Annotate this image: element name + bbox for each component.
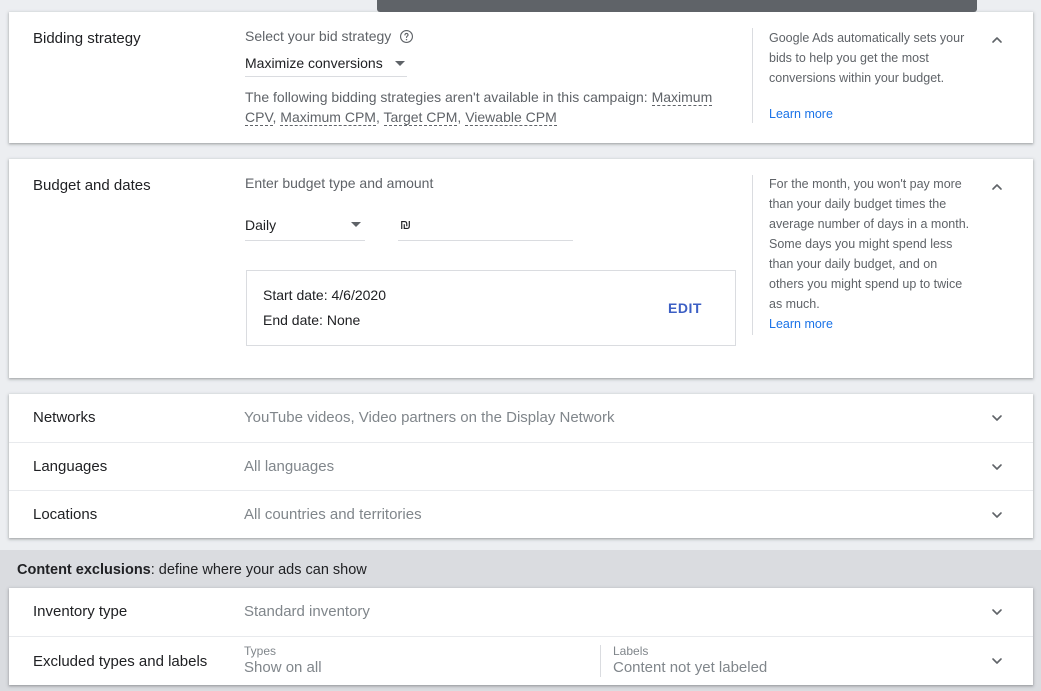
labels-caption: Labels bbox=[613, 644, 649, 658]
excluded-types-label: Excluded types and labels bbox=[33, 653, 208, 670]
chevron-down-icon[interactable] bbox=[989, 653, 1005, 669]
bid-strategy-label-row: Select your bid strategy bbox=[245, 28, 414, 44]
labels-value: Content not yet labeled bbox=[613, 659, 768, 676]
budget-help-panel: For the month, you won't pay more than y… bbox=[769, 174, 973, 334]
types-value: Show on all bbox=[244, 659, 322, 676]
bidding-learn-more-link[interactable]: Learn more bbox=[769, 104, 973, 124]
help-circle-icon[interactable] bbox=[399, 29, 414, 44]
content-exclusions-heading: Content exclusions: define where your ad… bbox=[17, 562, 367, 578]
currency-symbol: ₪ bbox=[400, 217, 412, 232]
settings-rows-card: Networks YouTube videos, Video partners … bbox=[9, 394, 1033, 538]
chevron-up-icon[interactable] bbox=[989, 32, 1005, 48]
top-overlay-bar bbox=[377, 0, 977, 12]
unavailable-strategies-note: The following bidding strategies aren't … bbox=[245, 89, 713, 126]
unavailable-strategy[interactable]: Viewable CPM bbox=[465, 109, 557, 126]
bidding-strategy-title: Bidding strategy bbox=[33, 30, 141, 47]
edit-dates-button[interactable]: EDIT bbox=[668, 300, 702, 316]
bidding-strategy-card: Bidding strategy Select your bid strateg… bbox=[9, 12, 1033, 143]
chevron-up-icon[interactable] bbox=[989, 179, 1005, 195]
caret-down-icon bbox=[394, 60, 405, 66]
locations-value: All countries and territories bbox=[244, 506, 422, 523]
bidding-help-text: Google Ads automatically sets your bids … bbox=[769, 31, 965, 85]
inventory-type-row[interactable]: Inventory type Standard inventory bbox=[9, 588, 1033, 636]
networks-row[interactable]: Networks YouTube videos, Video partners … bbox=[9, 394, 1033, 442]
networks-label: Networks bbox=[33, 409, 96, 426]
networks-value: YouTube videos, Video partners on the Di… bbox=[244, 409, 615, 426]
chevron-down-icon[interactable] bbox=[989, 459, 1005, 475]
bid-strategy-selected: Maximize conversions bbox=[245, 55, 383, 71]
start-date: Start date: 4/6/2020 bbox=[263, 287, 386, 303]
divider bbox=[752, 175, 753, 335]
inventory-type-value: Standard inventory bbox=[244, 603, 370, 620]
bid-strategy-select[interactable]: Maximize conversions bbox=[245, 50, 407, 77]
locations-row[interactable]: Locations All countries and territories bbox=[9, 490, 1033, 538]
divider bbox=[752, 28, 753, 123]
budget-learn-more-link[interactable]: Learn more bbox=[769, 314, 973, 334]
chevron-down-icon[interactable] bbox=[989, 410, 1005, 426]
types-caption: Types bbox=[244, 644, 277, 658]
content-exclusions-card: Inventory type Standard inventory Exclud… bbox=[9, 588, 1033, 685]
budget-help-text: For the month, you won't pay more than y… bbox=[769, 177, 970, 311]
content-exclusions-heading-bold: Content exclusions bbox=[17, 562, 151, 578]
budget-type-select[interactable]: Daily bbox=[245, 209, 365, 241]
content-exclusions-heading-rest: : define where your ads can show bbox=[150, 562, 367, 578]
divider bbox=[600, 645, 601, 677]
languages-value: All languages bbox=[244, 458, 335, 475]
bid-strategy-label: Select your bid strategy bbox=[245, 28, 392, 44]
unavailable-prefix: The following bidding strategies aren't … bbox=[245, 89, 652, 105]
languages-row[interactable]: Languages All languages bbox=[9, 442, 1033, 490]
unavailable-strategy[interactable]: Maximum CPM bbox=[280, 109, 376, 126]
budget-type-selected: Daily bbox=[245, 216, 277, 233]
end-date: End date: None bbox=[263, 312, 361, 328]
locations-label: Locations bbox=[33, 506, 98, 523]
unavailable-strategy[interactable]: Target CPM bbox=[383, 109, 458, 126]
chevron-down-icon[interactable] bbox=[989, 507, 1005, 523]
date-box: Start date: 4/6/2020 End date: None EDIT bbox=[246, 270, 736, 346]
chevron-down-icon[interactable] bbox=[989, 604, 1005, 620]
inventory-type-label: Inventory type bbox=[33, 603, 128, 620]
budget-label: Enter budget type and amount bbox=[245, 175, 434, 191]
caret-down-icon bbox=[351, 222, 361, 227]
excluded-types-row[interactable]: Excluded types and labels Types Show on … bbox=[9, 636, 1033, 685]
budget-dates-card: Budget and dates Enter budget type and a… bbox=[9, 159, 1033, 378]
budget-amount-input[interactable]: ₪ bbox=[398, 209, 573, 241]
bidding-help-panel: Google Ads automatically sets your bids … bbox=[769, 28, 973, 124]
languages-label: Languages bbox=[33, 458, 108, 475]
budget-dates-title: Budget and dates bbox=[33, 177, 151, 194]
